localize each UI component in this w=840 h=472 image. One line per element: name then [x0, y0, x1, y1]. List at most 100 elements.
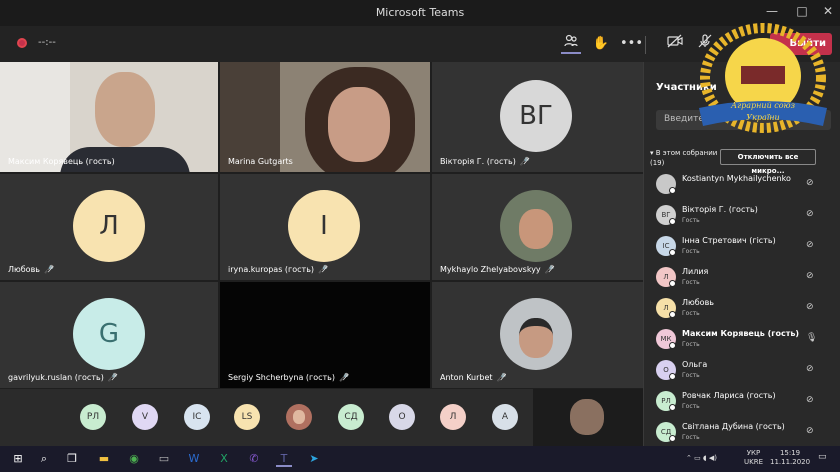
- presence-dot: [669, 435, 676, 442]
- more-actions-icon[interactable]: •••: [620, 34, 643, 54]
- video-tile-iryna[interactable]: I iryna.kuropas (гость) 🎤̸: [220, 174, 430, 280]
- video-tile-lyubov[interactable]: Л Любовь 🎤̸: [0, 174, 218, 280]
- logo-text-line1: Аграрний союз: [730, 101, 795, 110]
- strip-avatar[interactable]: A: [492, 404, 518, 430]
- mic-off-icon[interactable]: ⊘: [806, 395, 814, 405]
- avatar-photo: [500, 190, 572, 262]
- self-avatar-photo: [570, 399, 604, 435]
- participant-row[interactable]: Л Лилия Гость ⊘: [644, 262, 840, 293]
- avatar-photo: [500, 298, 572, 370]
- video-tile-anton[interactable]: Anton Kurbet 🎤̸: [432, 282, 643, 388]
- self-view[interactable]: [533, 389, 643, 446]
- participant-role: Гость: [682, 372, 700, 379]
- teams-icon[interactable]: T: [276, 451, 292, 467]
- excel-icon[interactable]: X: [216, 451, 232, 467]
- participant-row[interactable]: МК Максим Корявець (гость) Гость 🎙: [644, 324, 840, 355]
- recording-icon: [17, 38, 27, 48]
- tile-name-label: Anton Kurbet 🎤̸: [440, 373, 507, 382]
- strip-avatar[interactable]: O: [389, 404, 415, 430]
- toolbar-divider: [645, 36, 646, 54]
- strip-avatar[interactable]: РЛ: [80, 404, 106, 430]
- participant-row[interactable]: Kostiantyn Mykhailychenko ⊘: [644, 169, 840, 200]
- mic-off-icon[interactable]: ⊘: [806, 302, 814, 312]
- tile-name-label: Вікторія Г. (гость) 🎤̸: [440, 157, 530, 166]
- strip-avatar[interactable]: IC: [184, 404, 210, 430]
- participant-row[interactable]: РЛ Ровчак Лариса (гость) Гость ⊘: [644, 386, 840, 417]
- video-tile-gavrilyuk[interactable]: G gavrilyuk.ruslan (гость) 🎤̸: [0, 282, 218, 388]
- presence-dot: [669, 280, 676, 287]
- mic-on-icon[interactable]: 🎙: [806, 333, 817, 343]
- tile-name-label: iryna.kuropas (гость) 🎤̸: [228, 265, 328, 274]
- mic-off-icon: 🎤̸: [339, 373, 349, 382]
- strip-avatar[interactable]: СД: [338, 404, 364, 430]
- participant-row[interactable]: Л Любовь Гость ⊘: [644, 293, 840, 324]
- participant-name: Інна Стретович (гість): [682, 236, 776, 245]
- participant-role: Гость: [682, 434, 700, 441]
- wall-background: [0, 62, 70, 172]
- mic-off-icon[interactable]: ⊘: [806, 426, 814, 436]
- tray-icons[interactable]: ⌃ ▭ ◖ ◀): [686, 454, 717, 463]
- file-explorer-icon[interactable]: ▬: [96, 451, 112, 467]
- presence-dot: [669, 311, 676, 318]
- mic-off-icon[interactable]: ⊘: [806, 240, 814, 250]
- mic-off-icon: 🎤̸: [318, 265, 328, 274]
- participant-name: Kostiantyn Mykhailychenko: [682, 174, 791, 183]
- keyboard-language[interactable]: УКР UKRE: [744, 449, 763, 467]
- participant-role: Гость: [682, 248, 700, 255]
- mic-off-icon: 🎤̸: [496, 373, 507, 382]
- participant-role: Гость: [682, 341, 700, 348]
- tile-name-label: Marina Gutgarts: [228, 157, 293, 166]
- start-icon[interactable]: ⊞: [10, 451, 26, 467]
- participants-icon[interactable]: [561, 34, 581, 54]
- participant-row[interactable]: СД Світлана Дубина (гость) Гость ⊘: [644, 417, 840, 448]
- telegram-icon[interactable]: ➤: [306, 451, 322, 467]
- mic-off-icon: 🎤̸: [107, 373, 118, 382]
- strip-avatar-photo[interactable]: [286, 404, 312, 430]
- participant-name: Лилия: [682, 267, 709, 276]
- video-tile-sergiy[interactable]: Sergiy Shcherbyna (гость) 🎤̸: [220, 282, 430, 388]
- strip-avatar[interactable]: V: [132, 404, 158, 430]
- avatar: I: [288, 190, 360, 262]
- tile-name-label: Максим Корявець (гость): [8, 157, 115, 166]
- mic-off-icon[interactable]: ⊘: [806, 178, 814, 188]
- participant-role: Гость: [682, 310, 700, 317]
- presence-dot: [669, 342, 676, 349]
- video-tile-marina[interactable]: Marina Gutgarts: [220, 62, 430, 172]
- word-icon[interactable]: W: [186, 451, 202, 467]
- strip-avatar[interactable]: LS: [234, 404, 260, 430]
- mic-off-icon[interactable]: ⊘: [806, 209, 814, 219]
- video-tile-mykhaylo[interactable]: Mykhaylo Zhelyabovskyy 🎤̸: [432, 174, 643, 280]
- tile-name-label: Sergiy Shcherbyna (гость) 🎤̸: [228, 373, 349, 382]
- task-view-icon[interactable]: ❐: [64, 451, 80, 467]
- search-icon[interactable]: ⌕: [36, 451, 52, 467]
- clock[interactable]: 15:19 11.11.2020: [770, 449, 810, 467]
- participant-row[interactable]: ІС Інна Стретович (гість) Гость ⊘: [644, 231, 840, 262]
- presence-dot: [669, 218, 676, 225]
- video-tile-viktoria[interactable]: ВГ Вікторія Г. (гость) 🎤̸: [432, 62, 643, 172]
- participant-list: Kostiantyn Mykhailychenko ⊘ ВГ Вікторія Г. …: [644, 169, 840, 448]
- strip-avatar[interactable]: Л: [440, 404, 466, 430]
- notifications-icon[interactable]: ▭: [818, 453, 827, 462]
- participant-row[interactable]: О Ольга Гость ⊘: [644, 355, 840, 386]
- participant-name: Максим Корявець (гость): [682, 329, 800, 338]
- person-head: [519, 209, 553, 249]
- chrome-icon[interactable]: ◉: [126, 451, 142, 467]
- mute-all-button[interactable]: Отключить все микро...: [720, 149, 816, 175]
- raise-hand-icon[interactable]: ✋: [591, 34, 611, 54]
- meeting-timer: --:--: [38, 37, 56, 48]
- mic-off-icon[interactable]: ⊘: [806, 364, 814, 374]
- mic-off-icon: 🎤̸: [519, 157, 530, 166]
- avatar: ВГ: [500, 80, 572, 152]
- video-tile-maksym[interactable]: Максим Корявець (гость): [0, 62, 218, 172]
- agrarian-union-logo: Аграрний союз України: [699, 23, 827, 133]
- viber-icon[interactable]: ✆: [246, 451, 262, 467]
- camera-off-icon[interactable]: [665, 34, 685, 54]
- mic-off-icon[interactable]: ⊘: [806, 271, 814, 281]
- logo-text-line2: України: [746, 113, 779, 122]
- app-icon[interactable]: ▭: [156, 451, 172, 467]
- section-label[interactable]: ▾ В этом собрании (19): [650, 148, 720, 168]
- participant-row[interactable]: ВГ Вікторія Г. (гость) Гость ⊘: [644, 200, 840, 231]
- bookshelf: [220, 62, 280, 172]
- avatar: G: [73, 298, 145, 370]
- presence-dot: [669, 373, 676, 380]
